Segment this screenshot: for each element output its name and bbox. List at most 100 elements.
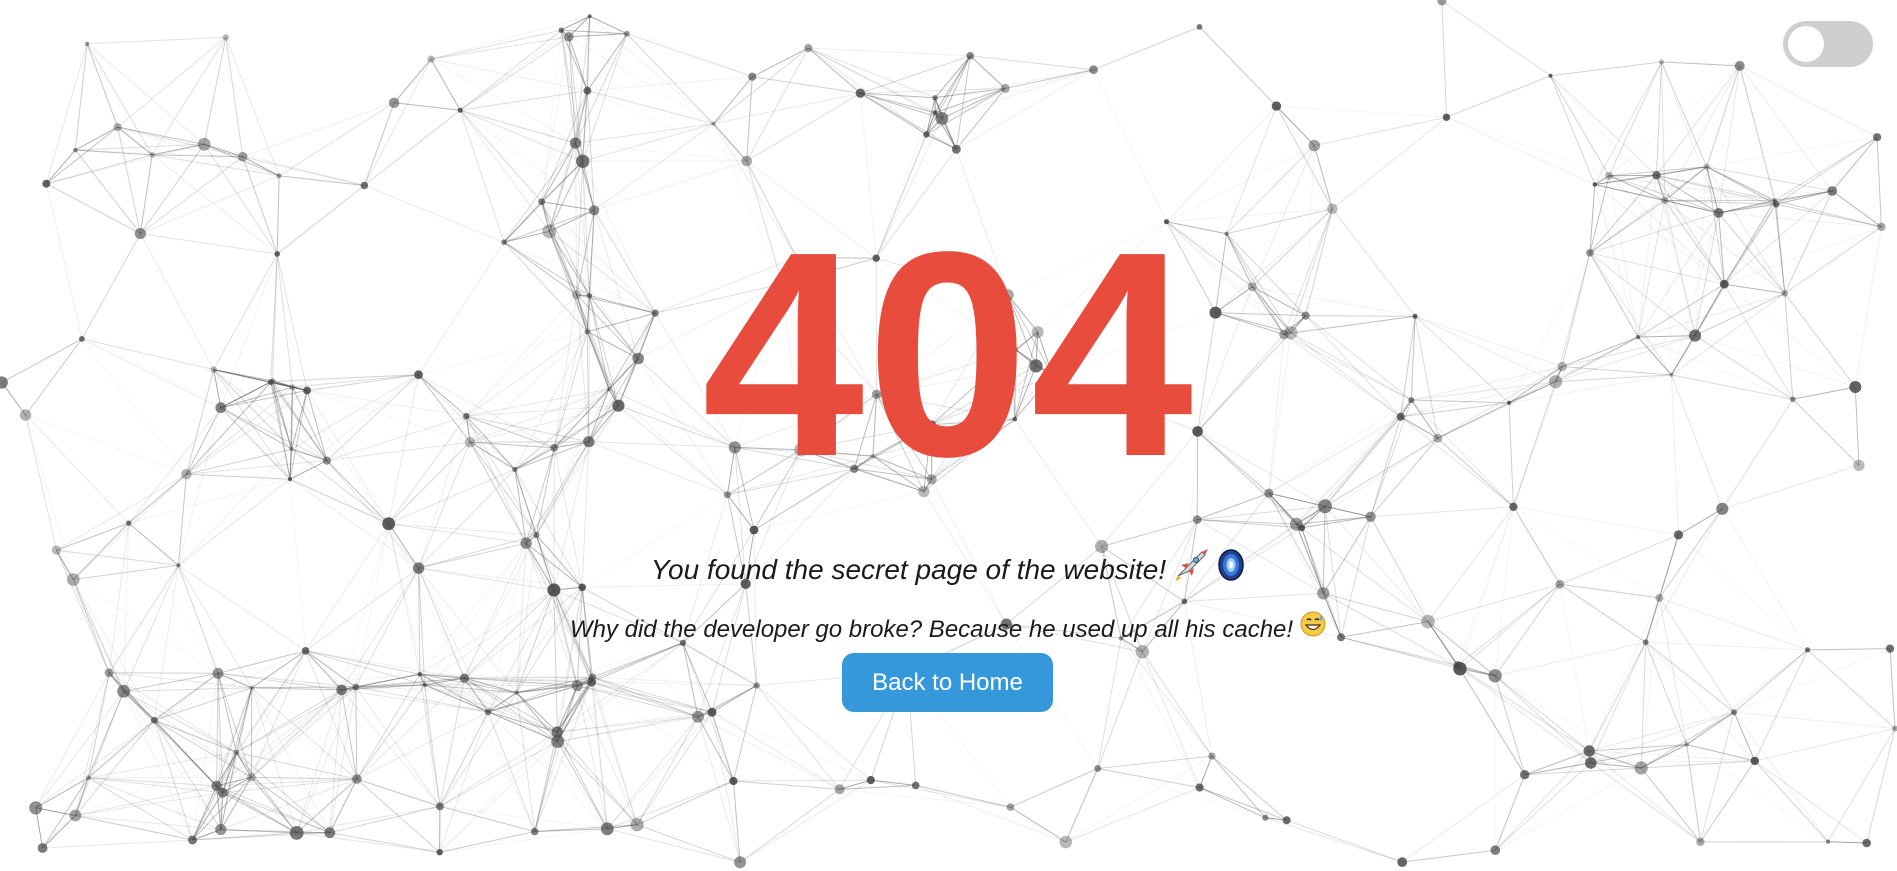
network-edge [204, 143, 365, 186]
network-edge [592, 642, 684, 678]
network-edge [535, 405, 619, 536]
network-edge [72, 473, 187, 580]
network-edge [589, 15, 628, 35]
network-edge [876, 294, 1009, 395]
network-edge [1656, 174, 1786, 294]
network-edge [460, 109, 576, 144]
network-edge [186, 460, 327, 475]
network-edge [594, 160, 747, 211]
network-edge [1010, 768, 1098, 808]
network-node [126, 520, 132, 526]
network-edge [108, 565, 179, 674]
network-node [1192, 515, 1202, 524]
network-node [1731, 709, 1737, 716]
network-edge [86, 43, 205, 145]
network-edge [1706, 136, 1878, 168]
network-node [212, 667, 224, 679]
network-edge [711, 583, 747, 713]
network-edge [278, 102, 395, 177]
network-edge [1441, 0, 1447, 118]
network-edge [808, 47, 971, 57]
network-edge [74, 672, 110, 816]
network-edge [514, 358, 639, 470]
network-edge [1093, 26, 1200, 71]
network-edge [682, 494, 728, 644]
network-node [72, 147, 78, 153]
network-node [1583, 745, 1595, 757]
network-edge [154, 719, 237, 753]
network-node [911, 781, 920, 790]
network-edge [860, 92, 927, 135]
network-edge [1512, 506, 1561, 585]
network-edge [876, 394, 933, 480]
network-node [1853, 459, 1865, 471]
network-node [1825, 839, 1831, 844]
network-edge [1459, 668, 1592, 764]
network-node [870, 453, 876, 459]
network-node [1781, 290, 1789, 297]
network-edge [1305, 315, 1402, 418]
network-edge [1754, 760, 1867, 844]
network-edge [1252, 286, 1416, 317]
network-edge [588, 405, 619, 443]
network-edge [388, 523, 465, 679]
network-edge [1313, 145, 1333, 209]
network-node [530, 827, 539, 836]
network-edge [424, 684, 441, 853]
network-node [1507, 400, 1512, 405]
network-edge [439, 731, 558, 853]
network-edge [326, 460, 390, 525]
network-edge [418, 442, 471, 569]
network-node [584, 329, 590, 335]
network-node [1642, 639, 1649, 646]
network-node [303, 386, 311, 395]
network-edge [915, 784, 1066, 843]
network-node [588, 673, 597, 681]
network-node [612, 399, 625, 412]
network-node [623, 30, 630, 37]
network-edge [185, 407, 222, 475]
network-edge [1014, 418, 1103, 547]
network-edge [1559, 534, 1679, 585]
network-node [1490, 845, 1501, 855]
network-node [1716, 502, 1729, 515]
network-node [246, 772, 256, 782]
network-node [388, 97, 400, 109]
network-edge [1037, 221, 1167, 333]
network-node [1006, 803, 1015, 811]
network-edge [588, 441, 735, 448]
network-edge [753, 449, 802, 531]
network-edge [1645, 534, 1679, 643]
network-edge [870, 779, 1011, 808]
network-node [1412, 313, 1418, 319]
network-node [352, 774, 362, 784]
network-edge [746, 160, 783, 285]
network-edge [1784, 293, 1794, 400]
network-node [134, 228, 146, 240]
network-node [1790, 396, 1796, 403]
network-node [1548, 73, 1553, 78]
network-edge [1590, 762, 1701, 843]
network-edge [459, 110, 505, 243]
network-edge [557, 711, 713, 742]
network-edge [1251, 208, 1333, 288]
network-edge [388, 523, 537, 536]
network-edge [1226, 105, 1277, 234]
network-edge [1120, 600, 1185, 639]
network-node [1673, 530, 1684, 540]
back-to-home-button[interactable]: Back to Home [842, 653, 1053, 712]
theme-toggle[interactable] [1783, 21, 1873, 67]
network-edge [72, 579, 110, 673]
network-node [569, 137, 582, 149]
network-node [1262, 814, 1269, 821]
network-edge [1, 338, 83, 383]
network-edge [503, 142, 576, 243]
network-edge [753, 491, 924, 531]
network-edge [1101, 431, 1198, 547]
network-node [436, 802, 444, 811]
network-node [1772, 201, 1780, 208]
network-node [37, 843, 48, 853]
network-node [932, 110, 938, 116]
network-edge [1721, 508, 1809, 651]
network-edge [117, 36, 227, 128]
